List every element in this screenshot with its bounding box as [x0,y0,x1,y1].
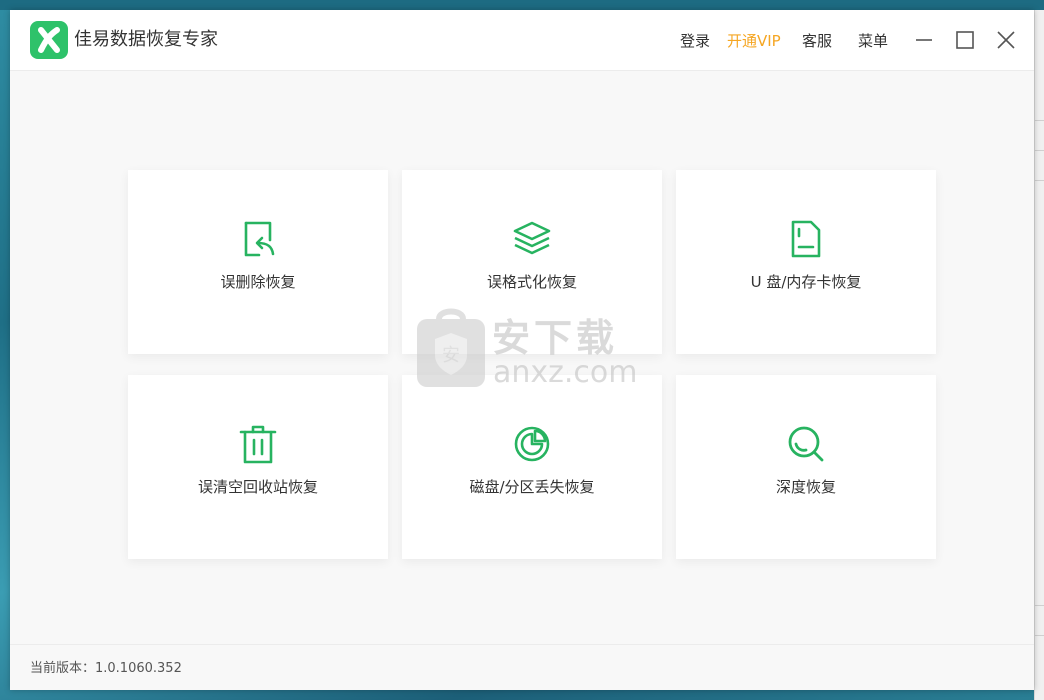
magnifier-icon [785,423,827,465]
status-footer: 当前版本：1.0.1060.352 [10,644,1034,690]
card-label: U 盘/内存卡恢复 [750,273,862,291]
watermark-domain: anxz.com [493,355,638,390]
background-window-edge [1034,10,1044,700]
file-restore-icon [237,218,279,260]
maximize-button[interactable] [953,28,977,52]
card-label: 深度恢复 [775,478,836,496]
card-deep-recovery[interactable]: 深度恢复 [676,375,936,559]
minimize-button[interactable] [912,28,936,52]
title-bar: 佳易数据恢复专家 登录 开通VIP 客服 菜单 [10,10,1034,71]
svg-text:安: 安 [442,345,460,366]
app-logo-icon [30,21,68,59]
close-button[interactable] [994,28,1018,52]
site-watermark: 安 安下载 anxz.com [415,305,645,395]
sd-card-icon [785,218,827,260]
card-deleted-recovery[interactable]: 误删除恢复 [128,170,388,354]
vip-link[interactable]: 开通VIP [727,31,781,51]
customer-service-link[interactable]: 客服 [802,31,832,51]
pie-chart-icon [511,423,553,465]
watermark-title: 安下载 [492,316,619,360]
app-window: 佳易数据恢复专家 登录 开通VIP 客服 菜单 误删除恢复 误格式化恢复 U 盘… [10,10,1034,690]
card-label: 磁盘/分区丢失恢复 [469,478,595,496]
login-link[interactable]: 登录 [680,31,710,51]
card-partition-recovery[interactable]: 磁盘/分区丢失恢复 [402,375,662,559]
card-label: 误清空回收站恢复 [197,478,318,496]
version-text: 当前版本：1.0.1060.352 [30,661,182,676]
background-window-top [0,0,1044,10]
shield-bag-icon: 安 [417,308,485,387]
card-usb-sd-recovery[interactable]: U 盘/内存卡恢复 [676,170,936,354]
trash-icon [237,423,279,465]
layers-icon [511,218,553,260]
card-label: 误格式化恢复 [486,273,577,291]
app-title: 佳易数据恢复专家 [74,29,218,50]
menu-link[interactable]: 菜单 [858,31,888,51]
card-recycle-bin-recovery[interactable]: 误清空回收站恢复 [128,375,388,559]
card-label: 误删除恢复 [220,273,296,291]
